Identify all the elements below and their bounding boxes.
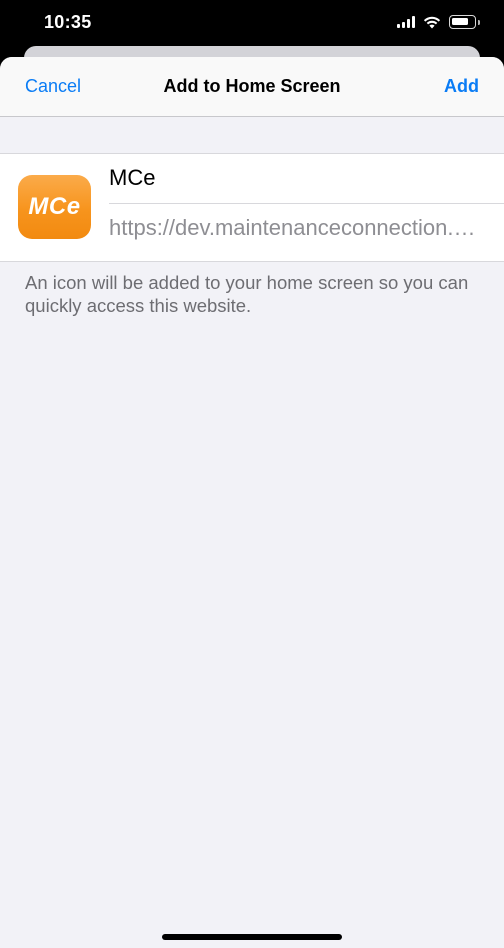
- status-bar: 10:35: [0, 0, 504, 46]
- url-text: https://dev.maintenanceconnection.com: [109, 215, 481, 240]
- status-icons: [397, 15, 480, 29]
- page-title: Add to Home Screen: [163, 76, 341, 96]
- bookmark-card: MCe MCe https://dev.maintenanceconnectio…: [0, 153, 504, 262]
- add-button[interactable]: Add: [444, 76, 479, 97]
- battery-icon: [449, 15, 480, 29]
- hint-text: An icon will be added to your home scree…: [25, 272, 469, 316]
- home-indicator: [162, 934, 342, 940]
- wifi-icon: [423, 16, 441, 28]
- field-divider: [109, 203, 504, 204]
- status-time: 10:35: [44, 12, 92, 32]
- app-icon: MCe: [18, 175, 91, 239]
- navigation-bar: Cancel Add to Home Screen Add: [0, 57, 504, 117]
- phone-screen: 10:35 Cancel Add to Home Screen Add MCe …: [0, 0, 504, 948]
- app-icon-label: MCe: [28, 193, 81, 220]
- name-input[interactable]: MCe: [109, 162, 504, 202]
- add-to-home-screen-sheet: Cancel Add to Home Screen Add MCe MCe ht…: [0, 57, 504, 948]
- cellular-signal-icon: [397, 16, 415, 28]
